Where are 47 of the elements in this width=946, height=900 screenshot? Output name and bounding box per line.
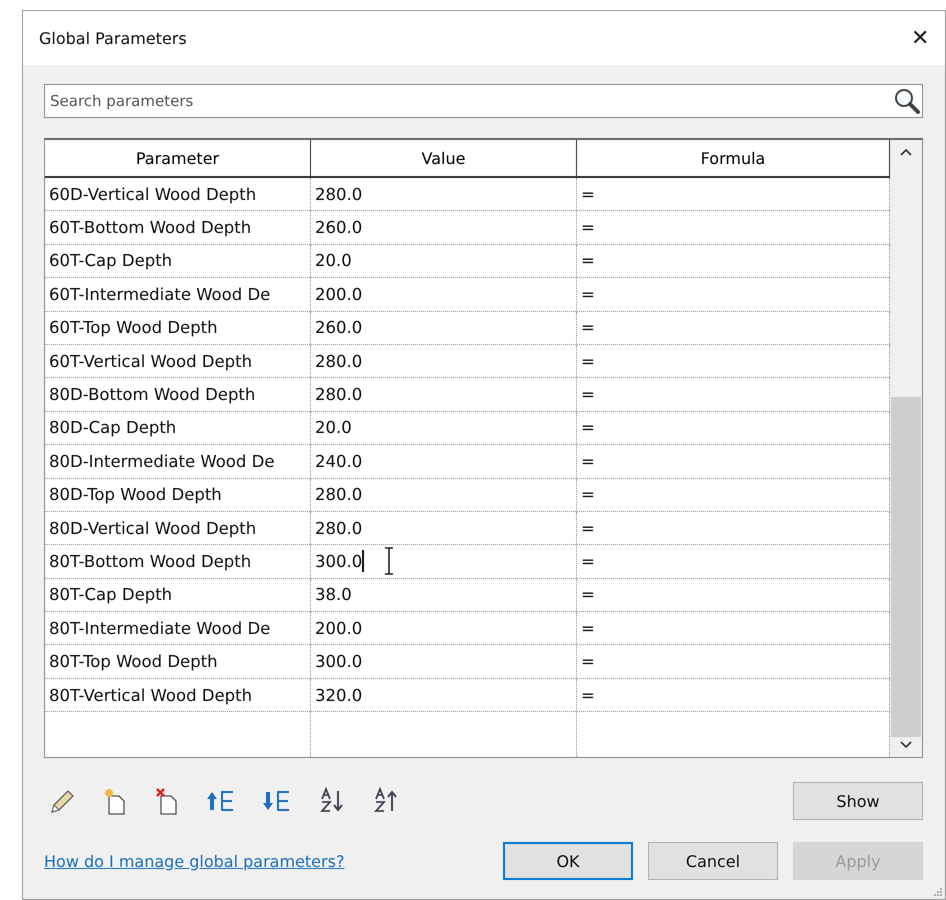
table-cell[interactable]: 200.0 bbox=[315, 618, 362, 638]
table-cell[interactable]: 38.0 bbox=[315, 585, 352, 604]
table-cell: 60T-Top Wood Depth bbox=[45, 312, 311, 344]
table-cell: 80T-Intermediate Wood De bbox=[45, 612, 311, 644]
table-cell: 60T-Vertical Wood Depth bbox=[45, 344, 311, 378]
search-field[interactable]: Search parameters bbox=[44, 84, 923, 118]
scroll-down-icon[interactable] bbox=[900, 741, 912, 749]
table-cell[interactable]: 260.0 bbox=[315, 318, 362, 338]
table-cell: 80D-Intermediate Wood De bbox=[45, 445, 311, 478]
table-cell[interactable]: 260.0 bbox=[315, 218, 362, 238]
help-link[interactable]: How do I manage global parameters? bbox=[44, 852, 344, 870]
table-cell[interactable]: 280.0 bbox=[315, 518, 362, 538]
table-cell: 80T-Top Wood Depth bbox=[45, 645, 311, 678]
dialog-button[interactable]: Cancel bbox=[648, 842, 778, 880]
table-cell[interactable]: 20.0 bbox=[315, 251, 352, 270]
text-caret bbox=[362, 550, 364, 572]
table-cell: 60T-Cap Depth bbox=[45, 244, 311, 278]
window-title: Global Parameters bbox=[39, 28, 187, 48]
table-cell[interactable]: 300.0 bbox=[315, 552, 362, 571]
table-cell: 80T-Vertical Wood Depth bbox=[45, 678, 311, 712]
table-cell[interactable]: 280.0 bbox=[315, 184, 362, 204]
table-cell[interactable]: 240.0 bbox=[315, 452, 362, 471]
table-cell: 80D-Top Wood Depth bbox=[45, 478, 311, 511]
scroll-up-icon[interactable] bbox=[900, 148, 912, 156]
table-cell: 80T-Bottom Wood Depth bbox=[45, 545, 311, 578]
table-cell[interactable]: 20.0 bbox=[315, 418, 352, 438]
table-cell: 80D-Cap Depth bbox=[45, 412, 311, 444]
search-icon bbox=[894, 88, 920, 114]
resize-grip-icon[interactable] bbox=[933, 887, 943, 897]
table-cell[interactable]: 200.0 bbox=[315, 284, 362, 304]
table-cell: 60T-Bottom Wood Depth bbox=[45, 211, 311, 244]
table-cell: 80T-Cap Depth bbox=[45, 578, 311, 612]
table-cell: 80D-Vertical Wood Depth bbox=[45, 512, 311, 544]
close-button[interactable]: ✕ bbox=[895, 13, 945, 63]
table-cell[interactable]: 280.0 bbox=[315, 385, 362, 404]
scrollbar-thumb[interactable] bbox=[891, 397, 921, 737]
dialog-button[interactable]: OK bbox=[503, 842, 633, 880]
show-button[interactable]: Show bbox=[793, 782, 923, 820]
table-cell: 60D-Vertical Wood Depth bbox=[45, 178, 311, 210]
table-cell[interactable]: 280.0 bbox=[315, 352, 362, 371]
table-cell: 60T-Intermediate Wood De bbox=[45, 278, 311, 311]
table-cell[interactable]: 280.0 bbox=[315, 485, 362, 504]
table-cell[interactable]: 300.0 bbox=[315, 652, 362, 672]
i-beam-cursor-icon bbox=[384, 547, 394, 576]
table-cell: 80D-Bottom Wood Depth bbox=[45, 378, 311, 411]
scrollbar[interactable] bbox=[890, 140, 922, 757]
table-cell[interactable]: 320.0 bbox=[315, 686, 362, 705]
